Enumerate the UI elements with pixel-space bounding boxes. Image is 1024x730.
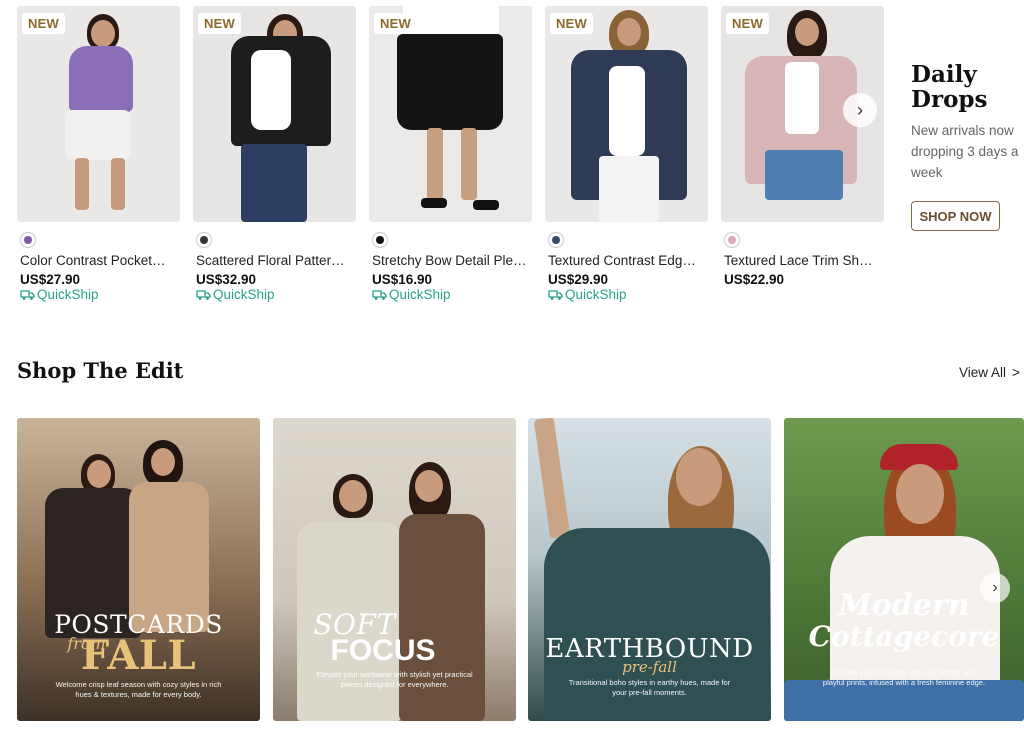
product-image[interactable]: NEW	[193, 6, 356, 222]
quickship-text: QuickShip	[37, 287, 99, 302]
product-name[interactable]: Color Contrast Pocket…	[20, 253, 178, 268]
edit-tile-modern-cottagecore[interactable]: Modern Cottagecore Elevate your everyday…	[784, 418, 1024, 721]
edit-tile-postcards-from-fall[interactable]: POSTCARDS from FALL Welcome crisp leaf s…	[17, 418, 260, 721]
new-badge: NEW	[726, 13, 769, 34]
daily-drops-subtitle: New arrivals now dropping 3 days a week	[911, 123, 1019, 180]
quickship-text: QuickShip	[213, 287, 275, 302]
view-all-link[interactable]: View All >	[959, 365, 1020, 380]
tile-description: Transitional boho styles in earthy hues,…	[568, 678, 731, 697]
product-price: US$27.90	[20, 272, 81, 287]
edit-carousel-next-button[interactable]: ›	[980, 573, 1010, 603]
tile-script: pre-fall	[622, 658, 677, 676]
new-badge: NEW	[22, 13, 65, 34]
edit-tile-soft-focus[interactable]: SOFT FOCUS Elevate your workwear with st…	[273, 418, 516, 721]
product-price: US$16.90	[372, 272, 433, 287]
quickship-label: QuickShip	[548, 287, 627, 302]
tile-headline-2: Cottagecore	[808, 620, 1000, 653]
delivery-truck-icon	[196, 289, 211, 300]
tile-headline-2: FOCUS	[330, 634, 436, 667]
new-badge: NEW	[550, 13, 593, 34]
new-badge: NEW	[374, 13, 417, 34]
quickship-text: QuickShip	[389, 287, 451, 302]
quickship-text: QuickShip	[565, 287, 627, 302]
quickship-label: QuickShip	[196, 287, 275, 302]
product-image[interactable]: NEW	[369, 6, 532, 222]
tile-description: Welcome crisp leaf season with cozy styl…	[55, 680, 222, 699]
delivery-truck-icon	[20, 289, 35, 300]
color-swatch[interactable]	[196, 232, 212, 248]
quickship-label: QuickShip	[20, 287, 99, 302]
product-name[interactable]: Stretchy Bow Detail Ple…	[372, 253, 530, 268]
color-swatch[interactable]	[20, 232, 36, 248]
tile-headline-2: FALL	[80, 632, 197, 679]
product-name[interactable]: Scattered Floral Patter…	[196, 253, 354, 268]
color-swatch[interactable]	[548, 232, 564, 248]
delivery-truck-icon	[372, 289, 387, 300]
product-card[interactable]: NEW Textured Contrast Edg… US$29.90 Quic…	[545, 6, 708, 302]
view-all-label: View All	[959, 365, 1007, 380]
chevron-right-icon: ›	[857, 99, 863, 120]
product-price: US$22.90	[724, 272, 785, 287]
product-price: US$29.90	[548, 272, 609, 287]
product-card[interactable]: NEW Color Contrast Pocket… US$27.90 Quic…	[17, 6, 180, 302]
section-title: Shop The Edit	[17, 358, 184, 383]
shop-now-button[interactable]: SHOP NOW	[911, 201, 1000, 231]
product-name[interactable]: Textured Lace Trim Sh…	[724, 253, 882, 268]
product-price: US$32.90	[196, 272, 257, 287]
tile-description: Elevate your everyday with airy fabrics …	[822, 668, 986, 687]
product-card[interactable]: NEW Stretchy Bow Detail Ple… US$16.90 Qu…	[369, 6, 532, 302]
chevron-right-icon: >	[1012, 365, 1020, 380]
delivery-truck-icon	[548, 289, 563, 300]
tile-description: Elevate your workwear with stylish yet p…	[316, 670, 473, 689]
quickship-label: QuickShip	[372, 287, 451, 302]
new-badge: NEW	[198, 13, 241, 34]
product-card[interactable]: NEW Scattered Floral Patter… US$32.90 Qu…	[193, 6, 356, 302]
color-swatch[interactable]	[372, 232, 388, 248]
carousel-next-button[interactable]: ›	[843, 93, 877, 127]
product-name[interactable]: Textured Contrast Edg…	[548, 253, 706, 268]
chevron-right-icon: ›	[992, 579, 998, 596]
product-image[interactable]: NEW	[17, 6, 180, 222]
edit-tile-earthbound[interactable]: EARTHBOUND pre-fall Transitional boho st…	[528, 418, 771, 721]
daily-drops-title: Daily Drops	[911, 61, 988, 113]
product-image[interactable]: NEW	[545, 6, 708, 222]
color-swatch[interactable]	[724, 232, 740, 248]
